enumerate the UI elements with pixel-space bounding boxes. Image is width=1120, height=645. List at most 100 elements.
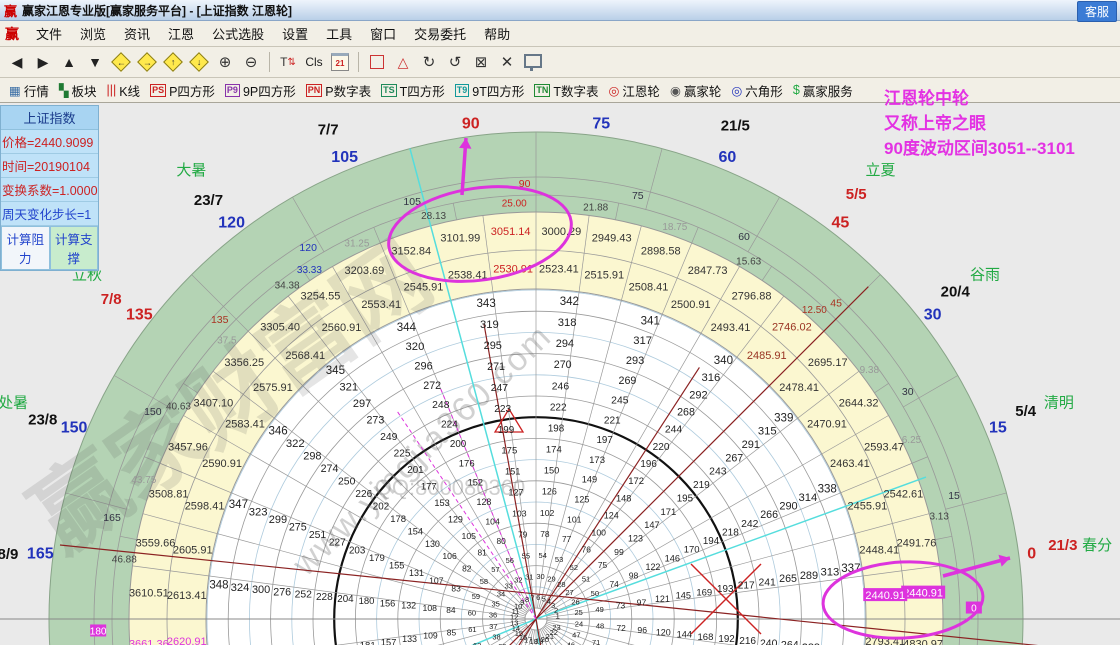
view-button-赢家服务[interactable]: $赢家服务 xyxy=(793,81,853,100)
page-right-button[interactable]: ▶ xyxy=(31,50,55,74)
svg-text:31: 31 xyxy=(525,572,533,581)
page-left-button[interactable]: ◀ xyxy=(5,50,29,74)
shift-up-button[interactable]: ↑ xyxy=(161,50,185,74)
view-button-T数字表[interactable]: TNT数字表 xyxy=(534,81,598,100)
draw-triangle-button[interactable]: △ xyxy=(391,50,415,74)
cls-button[interactable]: Cls xyxy=(302,50,326,74)
svg-text:228: 228 xyxy=(316,592,333,603)
panel-row-1: 时间=20190104 xyxy=(1,154,98,178)
svg-text:105: 105 xyxy=(331,149,358,166)
svg-text:50: 50 xyxy=(591,589,599,598)
calc-support-button[interactable]: 计算支撑 xyxy=(50,226,99,270)
view-button-六角形[interactable]: ◎六角形 xyxy=(731,81,782,100)
svg-text:291: 291 xyxy=(742,439,760,451)
rotate-cw-button[interactable]: ↻ xyxy=(417,50,441,74)
page-down-button[interactable]: ▼ xyxy=(83,50,107,74)
rotate-ccw-button[interactable]: ↺ xyxy=(443,50,467,74)
view-button-9P四方形[interactable]: P99P四方形 xyxy=(225,81,296,100)
draw-square-button[interactable] xyxy=(365,50,389,74)
svg-text:242: 242 xyxy=(741,519,759,530)
svg-text:3610.51: 3610.51 xyxy=(129,588,169,600)
menu-3[interactable]: 江恩 xyxy=(159,24,203,45)
svg-text:272: 272 xyxy=(423,380,441,392)
svg-text:107: 107 xyxy=(429,576,444,586)
menu-4[interactable]: 公式选股 xyxy=(203,24,273,45)
svg-text:15: 15 xyxy=(948,490,960,502)
view-button-P四方形[interactable]: PSP四方形 xyxy=(150,81,215,100)
svg-text:3000.29: 3000.29 xyxy=(541,226,581,238)
view-button-K线[interactable]: |||K线 xyxy=(106,81,140,100)
view-button-行情[interactable]: ▦行情 xyxy=(9,81,49,100)
svg-text:25: 25 xyxy=(574,608,582,617)
svg-text:58: 58 xyxy=(480,577,488,586)
svg-text:120: 120 xyxy=(299,242,317,254)
svg-text:120: 120 xyxy=(656,627,671,637)
view-button-赢家轮[interactable]: ◉赢家轮 xyxy=(670,81,721,100)
svg-text:318: 318 xyxy=(558,317,577,329)
view-label: 赢家轮 xyxy=(684,81,722,100)
svg-text:春分: 春分 xyxy=(1082,537,1112,554)
page-up-button[interactable]: ▲ xyxy=(57,50,81,74)
menu-items: 文件浏览资讯江恩公式选股设置工具窗口交易委托帮助 xyxy=(27,24,519,44)
svg-text:75: 75 xyxy=(632,190,644,202)
calc-resistance-button[interactable]: 计算阻力 xyxy=(1,226,50,270)
svg-text:28: 28 xyxy=(557,580,565,589)
svg-text:220: 220 xyxy=(653,442,670,453)
svg-text:339: 339 xyxy=(774,412,793,424)
shift-down-button[interactable]: ↓ xyxy=(187,50,211,74)
menu-9[interactable]: 帮助 xyxy=(475,24,519,45)
svg-text:60: 60 xyxy=(468,608,476,617)
menu-1[interactable]: 浏览 xyxy=(71,24,115,45)
zoom-in-button[interactable]: ⊕ xyxy=(213,50,237,74)
shift-left-button[interactable]: ← xyxy=(109,50,133,74)
calendar-button[interactable]: 21 xyxy=(328,50,352,74)
view-button-板块[interactable]: ▚板块 xyxy=(59,81,97,100)
shift-right-button[interactable]: → xyxy=(135,50,159,74)
svg-text:128: 128 xyxy=(476,497,491,507)
view-button-9T四方形[interactable]: T99T四方形 xyxy=(455,81,525,100)
svg-text:144: 144 xyxy=(677,630,692,640)
svg-text:75: 75 xyxy=(592,115,610,132)
view-button-T四方形[interactable]: TST四方形 xyxy=(381,81,445,100)
svg-text:108: 108 xyxy=(423,603,438,613)
svg-text:7/8: 7/8 xyxy=(101,291,122,308)
view-label: T四方形 xyxy=(400,81,445,100)
svg-text:170: 170 xyxy=(684,545,700,556)
menu-6[interactable]: 工具 xyxy=(317,24,361,45)
svg-text:8/9: 8/9 xyxy=(0,546,18,563)
menu-8[interactable]: 交易委托 xyxy=(405,24,475,45)
view-label: 板块 xyxy=(71,81,96,100)
svg-text:100: 100 xyxy=(592,528,607,538)
svg-text:300: 300 xyxy=(252,584,270,596)
view-button-江恩轮[interactable]: ◎江恩轮 xyxy=(609,81,660,100)
svg-text:6.25: 6.25 xyxy=(902,435,922,446)
menu-2[interactable]: 资讯 xyxy=(115,24,159,45)
svg-text:21.88: 21.88 xyxy=(583,202,608,213)
svg-text:3305.40: 3305.40 xyxy=(260,321,300,333)
svg-text:227: 227 xyxy=(329,538,346,549)
view-label: 赢家服务 xyxy=(803,81,853,100)
menu-7[interactable]: 窗口 xyxy=(361,24,405,45)
svg-text:222: 222 xyxy=(550,402,567,413)
svg-text:30: 30 xyxy=(902,386,914,398)
toolbar-separator xyxy=(269,52,270,72)
zoom-out-button[interactable]: ⊖ xyxy=(239,50,263,74)
sort-button[interactable]: T⇅ xyxy=(276,50,300,74)
wheel-annotation-note: 江恩轮中轮 又称上帝之眼 90度波动区间3051--3101 xyxy=(884,86,1075,161)
svg-text:324: 324 xyxy=(231,582,250,594)
customer-service-button[interactable]: 客服 xyxy=(1077,1,1117,22)
svg-text:60: 60 xyxy=(738,231,750,243)
service-icon: $ xyxy=(793,83,800,97)
svg-text:57: 57 xyxy=(491,565,499,574)
view-button-P数字表[interactable]: PNP数字表 xyxy=(306,81,371,100)
presentation-button[interactable] xyxy=(521,50,545,74)
diamond-right-icon: → xyxy=(137,52,157,72)
menu-5[interactable]: 设置 xyxy=(273,24,317,45)
toolbar-main: ◀ ▶ ▲ ▼ ← → ↑ ↓ ⊕ ⊖ T⇅ Cls 21 △ ↻ ↺ ⊠ ✕ xyxy=(0,47,1120,78)
maximize-view-button[interactable]: ⊠ xyxy=(469,50,493,74)
fit-view-button[interactable]: ✕ xyxy=(495,50,519,74)
gann-wheel[interactable]: 赢家财富网www.yingjia360.comQQ:80008036012345… xyxy=(0,103,1120,645)
svg-text:132: 132 xyxy=(401,601,416,611)
svg-text:71: 71 xyxy=(592,638,600,645)
menu-0[interactable]: 文件 xyxy=(27,24,71,45)
